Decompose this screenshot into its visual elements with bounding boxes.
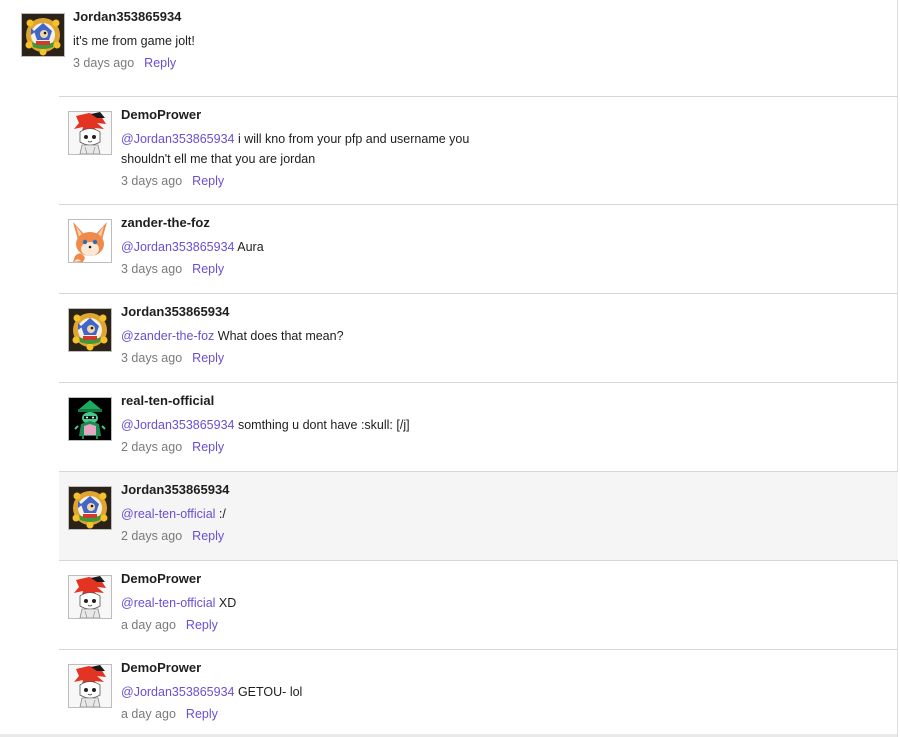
- comment-username[interactable]: Jordan353865934: [121, 304, 890, 320]
- comment-meta: a day ago Reply: [121, 706, 890, 722]
- mention-link[interactable]: @Jordan353865934: [121, 418, 234, 432]
- comment-item: Jordan353865934 it's me from game jolt! …: [0, 0, 898, 96]
- mention-link[interactable]: @Jordan353865934: [121, 240, 234, 254]
- comment-meta: 3 days ago Reply: [121, 350, 890, 366]
- comment-username[interactable]: DemoPrower: [121, 571, 890, 587]
- comment-username[interactable]: Jordan353865934: [121, 482, 890, 498]
- comment-meta: 2 days ago Reply: [121, 439, 890, 455]
- reply-item: DemoPrower @Jordan353865934 GETOU- lol a…: [59, 649, 898, 737]
- sonic-badge-avatar-icon: [22, 14, 64, 56]
- red-hair-cat-avatar-icon: [69, 665, 111, 707]
- comment-body: DemoPrower @Jordan353865934 i will kno f…: [121, 107, 890, 189]
- reply-button[interactable]: Reply: [186, 707, 218, 721]
- reply-button[interactable]: Reply: [192, 351, 224, 365]
- reply-item-highlighted: Jordan353865934 @real-ten-official :/ 2 …: [59, 471, 898, 560]
- comment-text: @Jordan353865934 GETOU- lol: [121, 682, 821, 702]
- avatar[interactable]: [68, 397, 112, 441]
- reply-item: Jordan353865934 @zander-the-foz What doe…: [59, 293, 898, 382]
- comment-timestamp: 2 days ago: [121, 440, 183, 454]
- reply-item: DemoPrower @real-ten-official XD a day a…: [59, 560, 898, 649]
- comment-timestamp: 3 days ago: [121, 262, 183, 276]
- comment-text: it's me from game jolt!: [73, 31, 773, 51]
- sonic-badge-avatar-icon: [69, 487, 111, 529]
- comment-username[interactable]: Jordan353865934: [73, 9, 890, 25]
- reply-button[interactable]: Reply: [192, 174, 224, 188]
- comment-meta: 3 days ago Reply: [121, 173, 890, 189]
- mention-link[interactable]: @real-ten-official: [121, 596, 215, 610]
- comment-message: GETOU- lol: [234, 685, 303, 699]
- avatar[interactable]: [68, 308, 112, 352]
- comment-username[interactable]: DemoPrower: [121, 107, 890, 123]
- reply-item: DemoPrower @Jordan353865934 i will kno f…: [59, 96, 898, 188]
- comment-body: DemoPrower @Jordan353865934 GETOU- lol a…: [121, 660, 890, 722]
- avatar[interactable]: [21, 13, 65, 57]
- comment-message: :/: [215, 507, 226, 521]
- comment-body: real-ten-official @Jordan353865934 somth…: [121, 393, 890, 455]
- comment-username[interactable]: zander-the-foz: [121, 215, 890, 231]
- comment-text: @Jordan353865934 Aura: [121, 237, 821, 257]
- red-hair-cat-avatar-icon: [69, 576, 111, 618]
- comment-body: zander-the-foz @Jordan353865934 Aura 3 d…: [121, 215, 890, 277]
- comment-meta: a day ago Reply: [121, 617, 890, 633]
- comment-text: @Jordan353865934 i will kno from your pf…: [121, 129, 481, 169]
- comment-text: @zander-the-foz What does that mean?: [121, 326, 821, 346]
- avatar[interactable]: [68, 486, 112, 530]
- avatar[interactable]: [68, 575, 112, 619]
- mention-link[interactable]: @Jordan353865934: [121, 685, 234, 699]
- reply-button[interactable]: Reply: [186, 618, 218, 632]
- comment-text: @Jordan353865934 somthing u dont have :s…: [121, 415, 821, 435]
- comment-timestamp: a day ago: [121, 618, 176, 632]
- comment-timestamp: 3 days ago: [73, 56, 135, 70]
- comment-body: Jordan353865934 @real-ten-official :/ 2 …: [121, 482, 890, 544]
- comment-thread: Jordan353865934 it's me from game jolt! …: [0, 0, 898, 737]
- reply-button[interactable]: Reply: [144, 56, 176, 70]
- comment-text: @real-ten-official :/: [121, 504, 821, 524]
- mention-link[interactable]: @zander-the-foz: [121, 329, 214, 343]
- comment-body: Jordan353865934 @zander-the-foz What doe…: [121, 304, 890, 366]
- avatar[interactable]: [68, 111, 112, 155]
- reply-item: real-ten-official @Jordan353865934 somth…: [59, 382, 898, 471]
- comment-timestamp: a day ago: [121, 707, 176, 721]
- comment-timestamp: 3 days ago: [121, 174, 183, 188]
- comment-timestamp: 3 days ago: [121, 351, 183, 365]
- green-goat-dark-avatar-icon: [69, 398, 111, 440]
- comment-message: somthing u dont have :skull: [/j]: [234, 418, 410, 432]
- comment-meta: 3 days ago Reply: [73, 55, 890, 71]
- reply-button[interactable]: Reply: [192, 440, 224, 454]
- orange-fox-avatar-icon: [69, 220, 111, 262]
- comment-meta: 2 days ago Reply: [121, 528, 890, 544]
- comment-body: Jordan353865934 it's me from game jolt! …: [73, 9, 890, 71]
- comment-body: DemoPrower @real-ten-official XD a day a…: [121, 571, 890, 633]
- red-hair-cat-avatar-icon: [69, 112, 111, 154]
- comment-message: it's me from game jolt!: [73, 34, 195, 48]
- avatar[interactable]: [68, 664, 112, 708]
- comment-meta: 3 days ago Reply: [121, 261, 890, 277]
- sonic-badge-avatar-icon: [69, 309, 111, 351]
- comment-username[interactable]: DemoPrower: [121, 660, 890, 676]
- reply-button[interactable]: Reply: [192, 262, 224, 276]
- mention-link[interactable]: @real-ten-official: [121, 507, 215, 521]
- comment-username[interactable]: real-ten-official: [121, 393, 890, 409]
- reply-button[interactable]: Reply: [192, 529, 224, 543]
- comment-message: What does that mean?: [214, 329, 344, 343]
- comment-timestamp: 2 days ago: [121, 529, 183, 543]
- reply-item: zander-the-foz @Jordan353865934 Aura 3 d…: [59, 204, 898, 293]
- comment-text: @real-ten-official XD: [121, 593, 821, 613]
- avatar[interactable]: [68, 219, 112, 263]
- comment-message: Aura: [234, 240, 264, 254]
- comment-message: XD: [215, 596, 237, 610]
- mention-link[interactable]: @Jordan353865934: [121, 132, 234, 146]
